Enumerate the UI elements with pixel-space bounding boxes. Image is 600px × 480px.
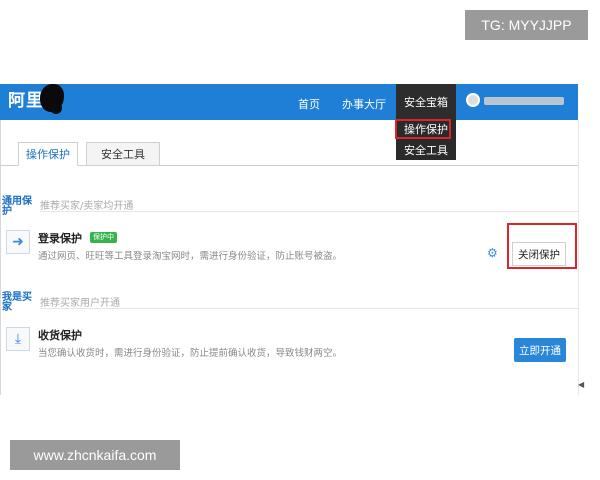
tab-security-tools[interactable]: 安全工具 — [86, 142, 160, 166]
nav-home[interactable]: 首页 — [298, 96, 320, 112]
dropdown-item-security-tools[interactable]: 安全工具 — [398, 141, 454, 159]
settings-gear-icon[interactable]: ⚙ — [487, 246, 498, 260]
site-logo[interactable]: 阿里 — [8, 86, 44, 111]
redaction-blot — [50, 102, 62, 114]
tab-operation-protection[interactable]: 操作保护 — [18, 142, 78, 166]
download-arrow-icon: ⤓ — [6, 327, 30, 351]
status-badge: 保护中 — [90, 232, 117, 243]
content-border — [578, 120, 579, 395]
section-divider — [40, 308, 578, 309]
section-divider — [40, 211, 578, 212]
avatar[interactable] — [466, 93, 480, 107]
login-protection-title: 登录保护 — [38, 232, 82, 245]
nav-service-hall[interactable]: 办事大厅 — [342, 96, 386, 112]
enable-now-button[interactable]: 立即开通 — [514, 338, 566, 362]
section-title-buyer: 我是买家 — [2, 292, 32, 313]
section-title-general: 通用保护 — [2, 196, 32, 217]
content-border — [0, 120, 1, 395]
nav-security-box[interactable]: 安全宝箱 — [396, 84, 456, 120]
login-protection-desc: 通过网页、旺旺等工具登录淘宝网时，需进行身份验证，防止账号被盗。 — [38, 251, 343, 262]
highlight-box — [507, 223, 577, 269]
login-arrow-icon: ➜ — [6, 230, 30, 254]
section-subtitle-general: 推荐买家/卖家均开通 — [40, 201, 134, 212]
scroll-caret-icon[interactable]: ◀ — [578, 380, 584, 389]
section-subtitle-buyer: 推荐买家用户开通 — [40, 298, 120, 309]
username-redacted[interactable] — [484, 97, 564, 105]
watermark-site: www.zhcnkaifa.com — [10, 440, 180, 470]
watermark-tg: TG: MYYJJPP — [465, 10, 588, 40]
receipt-protection-desc: 当您确认收货时，需进行身份验证，防止提前确认收货，导致钱财两空。 — [38, 348, 343, 359]
highlight-box — [395, 119, 451, 139]
receipt-protection-title: 收货保护 — [38, 329, 82, 342]
